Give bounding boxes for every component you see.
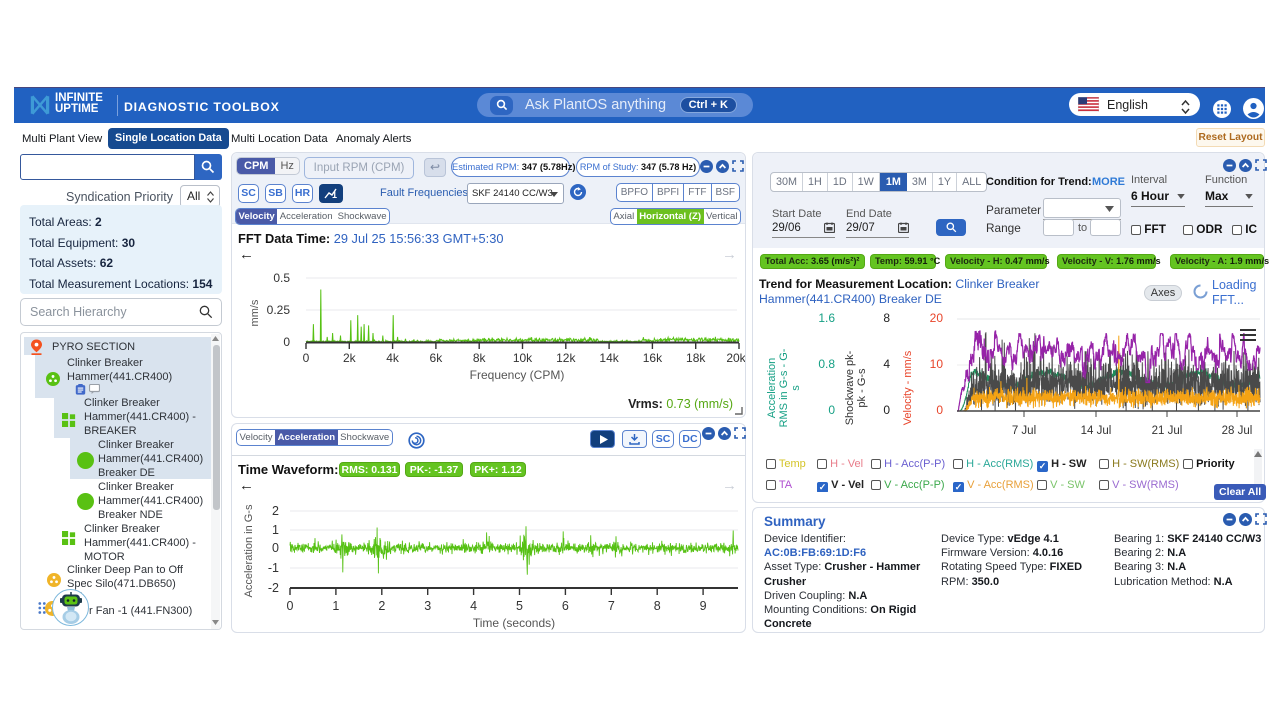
svg-text:Acceleration in G-s: Acceleration in G-s [243,504,255,597]
svg-text:1.6: 1.6 [818,311,835,325]
svg-text:14 Jul: 14 Jul [1081,425,1112,437]
svg-text:0: 0 [283,335,290,349]
svg-text:1: 1 [332,190,337,199]
svg-text:14k: 14k [599,351,619,365]
svg-text:16k: 16k [643,351,663,365]
svg-text:4: 4 [883,357,890,371]
svg-text:8: 8 [883,311,890,325]
svg-text:20: 20 [930,311,944,325]
svg-text:3: 3 [424,599,431,613]
svg-text:5: 5 [516,599,523,613]
svg-text:6k: 6k [430,351,444,365]
svg-text:1: 1 [332,599,339,613]
svg-text:12k: 12k [556,351,576,365]
svg-text:Time (seconds): Time (seconds) [473,616,555,630]
svg-text:9: 9 [700,599,707,613]
svg-text:21 Jul: 21 Jul [1152,425,1183,437]
svg-text:0: 0 [303,351,310,365]
svg-text:0.25: 0.25 [267,303,291,317]
svg-text:mm/s: mm/s [249,299,261,326]
svg-text:0: 0 [883,403,890,417]
svg-text:0.5: 0.5 [273,271,290,285]
svg-text:0: 0 [287,599,294,613]
svg-text:Velocity - mm/s: Velocity - mm/s [902,350,914,425]
svg-text:4: 4 [470,599,477,613]
svg-text:2k: 2k [343,351,357,365]
svg-text:pk - G-s: pk - G-s [856,368,868,408]
svg-text:-2: -2 [268,581,279,595]
svg-text:18k: 18k [686,351,706,365]
svg-text:s: s [790,385,802,391]
svg-text:0.8: 0.8 [818,357,835,371]
svg-text:Acceleration: Acceleration [766,358,778,419]
svg-text:RMS in G-s - G-: RMS in G-s - G- [778,348,790,427]
svg-text:6: 6 [562,599,569,613]
svg-text:-1: -1 [268,561,279,575]
svg-text:0: 0 [936,403,943,417]
svg-text:8k: 8k [473,351,487,365]
svg-text:4k: 4k [386,351,400,365]
svg-text:20k: 20k [726,351,745,365]
svg-text:2: 2 [272,504,279,518]
svg-text:28 Jul: 28 Jul [1222,425,1253,437]
svg-text:7 Jul: 7 Jul [1012,425,1036,437]
svg-text:Frequency (CPM): Frequency (CPM) [470,368,565,382]
svg-text:8: 8 [654,599,661,613]
svg-text:7: 7 [608,599,615,613]
svg-text:Shockwave pk-: Shockwave pk- [844,350,856,425]
svg-text:10: 10 [930,357,944,371]
svg-text:2: 2 [378,599,385,613]
svg-text:1: 1 [272,523,279,537]
svg-text:0: 0 [828,403,835,417]
svg-text:0: 0 [272,541,279,555]
svg-text:10k: 10k [513,351,533,365]
